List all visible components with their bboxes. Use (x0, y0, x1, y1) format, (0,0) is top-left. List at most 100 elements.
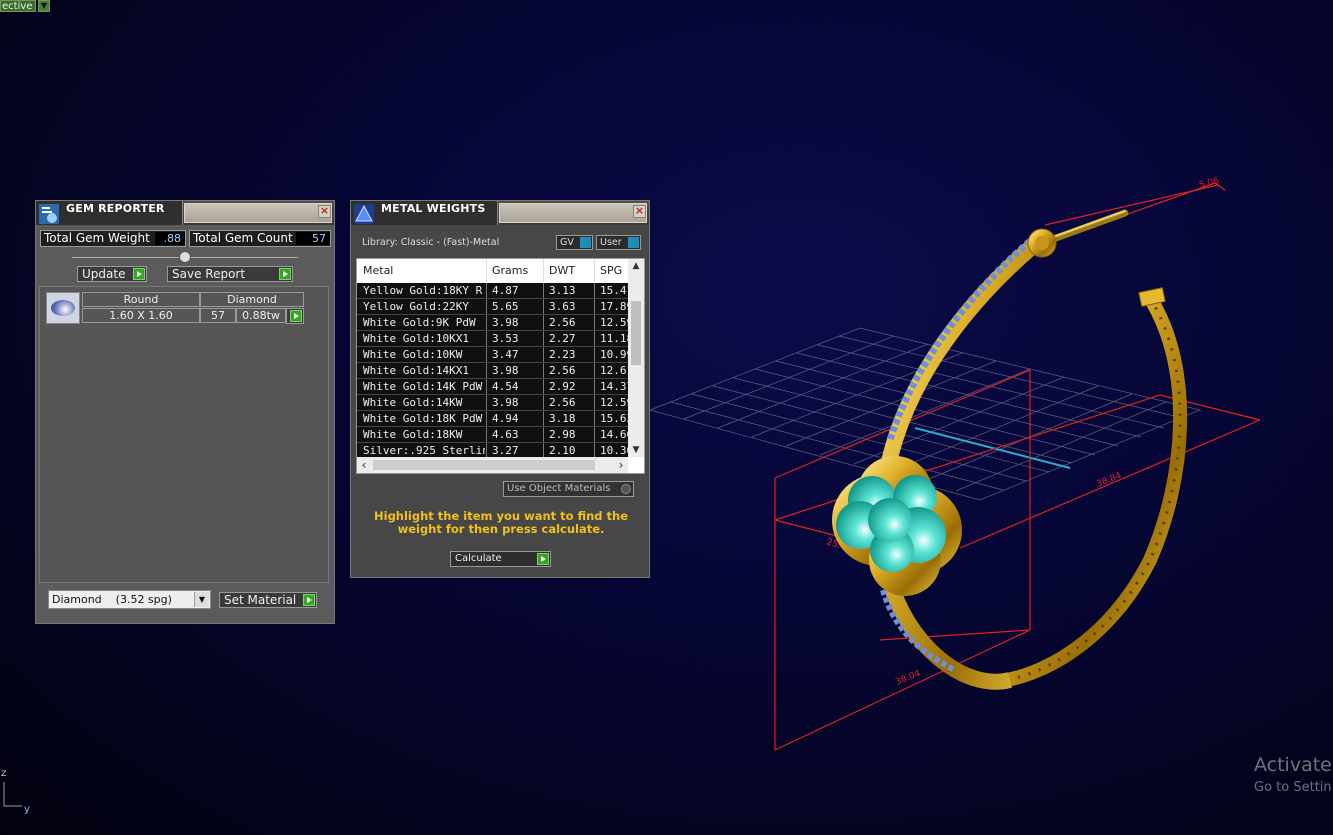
gem-reporter-panel: GEM REPORTER × Total Gem Weight .88 Tota… (35, 200, 335, 624)
gem-cut-header: Round (82, 292, 200, 307)
column-separator (486, 347, 487, 362)
column-separator (594, 427, 595, 442)
scroll-left-icon[interactable]: ‹ (357, 457, 371, 473)
play-icon (537, 553, 549, 565)
gem-reporter-titlebar[interactable]: GEM REPORTER × (36, 201, 334, 225)
scroll-down-icon[interactable]: ▼ (628, 443, 644, 457)
column-separator (486, 363, 487, 378)
button-label: Save Report (172, 267, 246, 281)
total-gem-count-field: Total Gem Count 57 (189, 230, 331, 247)
column-separator (486, 331, 487, 346)
radio-icon (621, 484, 631, 494)
column-separator (543, 363, 544, 378)
material-select[interactable]: Diamond (3.52 spg) ▼ (48, 590, 211, 609)
column-separator (594, 347, 595, 362)
gv-toggle[interactable]: GV (556, 235, 593, 250)
play-icon (290, 310, 302, 322)
column-separator (486, 315, 487, 330)
button-label: Calculate (455, 553, 502, 564)
column-separator (543, 379, 544, 394)
close-button[interactable]: × (318, 205, 331, 218)
chevron-down-icon: ▼ (194, 592, 209, 607)
total-gem-count-value: 57 (296, 232, 330, 245)
scroll-thumb[interactable] (631, 301, 641, 365)
table-row[interactable]: Yellow Gold:22KY 5.65 3.63 17.89 (357, 299, 628, 315)
panel-title: GEM REPORTER (66, 202, 165, 215)
metal-name-cell: White Gold:14KW (363, 396, 463, 409)
save-report-button[interactable]: Save Report (167, 266, 293, 282)
column-separator (543, 315, 544, 330)
spg-cell: 15.41 (600, 284, 628, 297)
metal-name-cell: White Gold:9K PdW (363, 316, 476, 329)
column-header[interactable]: DWT (549, 264, 575, 277)
dimension-label: 38.04 (894, 669, 922, 688)
gem-row-go-button[interactable] (286, 308, 304, 324)
button-label: Set Material (224, 593, 297, 607)
column-separator (594, 379, 595, 394)
grams-cell: 4.87 (492, 284, 519, 297)
gem-count-cell: 57 (200, 308, 236, 323)
table-row[interactable]: White Gold:18KW 4.63 2.98 14.66 (357, 427, 628, 443)
instruction-message: Highlight the item you want to find the … (374, 509, 628, 536)
calculate-button[interactable]: Calculate (450, 551, 551, 567)
horizontal-scrollbar[interactable]: ‹ › (357, 457, 628, 473)
dwt-cell: 2.98 (549, 428, 576, 441)
column-header[interactable]: Metal (363, 264, 393, 277)
grams-cell: 4.63 (492, 428, 519, 441)
table-row[interactable]: White Gold:10KW 3.47 2.23 10.99 (357, 347, 628, 363)
vertical-scrollbar[interactable]: ▲ ▼ (628, 259, 644, 457)
use-object-materials-toggle[interactable]: Use Object Materials (503, 481, 634, 497)
dwt-cell: 2.92 (549, 380, 576, 393)
toggle-indicator (580, 237, 591, 248)
gem-row[interactable]: Round Diamond 1.60 X 1.60 57 0.88tw (46, 292, 304, 326)
table-row[interactable]: White Gold:14KX1 3.98 2.56 12.61 (357, 363, 628, 379)
table-row[interactable]: White Gold:10KX1 3.53 2.27 11.18 (357, 331, 628, 347)
scroll-thumb[interactable] (373, 460, 595, 470)
update-button[interactable]: Update (77, 266, 147, 282)
grams-cell: 3.98 (492, 316, 519, 329)
gem-weight-cell: 0.88tw (236, 308, 286, 323)
play-icon (303, 594, 315, 606)
table-row[interactable]: White Gold:14K PdW 4.54 2.92 14.37 (357, 379, 628, 395)
toggle-label: Use Object Materials (507, 483, 611, 494)
metal-name-cell: Yellow Gold:22KY (363, 300, 469, 313)
user-toggle[interactable]: User (596, 235, 641, 250)
column-separator (486, 443, 487, 458)
column-separator (543, 347, 544, 362)
panel-title: METAL WEIGHTS (381, 202, 486, 215)
axis-z-label: z (1, 768, 6, 779)
splitter-handle[interactable] (179, 251, 191, 263)
metal-name-cell: Yellow Gold:18KY R... (363, 284, 485, 297)
dwt-cell: 2.27 (549, 332, 576, 345)
grams-cell: 3.53 (492, 332, 519, 345)
column-separator (594, 299, 595, 314)
table-row[interactable]: White Gold:18K PdW 4.94 3.18 15.63 (357, 411, 628, 427)
column-separator (543, 411, 544, 426)
material-select-value: Diamond (3.52 spg) (52, 593, 172, 606)
scroll-up-icon[interactable]: ▲ (628, 259, 644, 273)
grams-cell: 3.47 (492, 348, 519, 361)
table-row[interactable]: Yellow Gold:18KY R... 4.87 3.13 15.41 (357, 283, 628, 299)
play-icon (279, 268, 291, 280)
scroll-right-icon[interactable]: › (614, 457, 628, 473)
column-separator (594, 283, 595, 298)
spg-cell: 10.36 (600, 444, 628, 457)
column-header[interactable]: Grams (492, 264, 528, 277)
field-label: Total Gem Weight (44, 231, 150, 245)
grid-axis-line (914, 427, 1071, 469)
total-gem-weight-field: Total Gem Weight .88 (40, 230, 186, 247)
spg-cell: 12.59 (600, 316, 628, 329)
metal-name-cell: White Gold:18K PdW (363, 412, 483, 425)
table-row[interactable]: White Gold:14KW 3.98 2.56 12.59 (357, 395, 628, 411)
column-separator (543, 427, 544, 442)
column-header[interactable]: SPG (600, 264, 622, 277)
set-material-button[interactable]: Set Material (219, 592, 317, 608)
dwt-cell: 3.18 (549, 412, 576, 425)
spg-cell: 12.59 (600, 396, 628, 409)
table-row[interactable]: White Gold:9K PdW 3.98 2.56 12.59 (357, 315, 628, 331)
metal-weights-titlebar[interactable]: METAL WEIGHTS × (351, 201, 649, 225)
library-text: Library: Classic - (Fast)-Metal (362, 237, 500, 248)
close-button[interactable]: × (633, 205, 646, 218)
column-separator (594, 395, 595, 410)
column-separator (594, 443, 595, 458)
